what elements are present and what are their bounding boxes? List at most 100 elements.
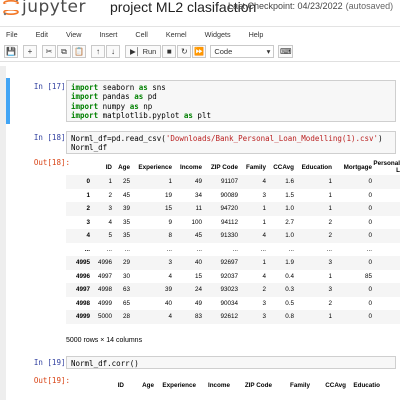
table-cell: 0.3: [266, 283, 294, 297]
input-prompt: In [19]:: [33, 358, 70, 367]
command-palette-button[interactable]: ⌨: [278, 45, 294, 58]
menu-widgets[interactable]: Widgets: [205, 30, 231, 39]
table-cell: 4996: [90, 256, 112, 270]
insert-cell-button[interactable]: +: [23, 45, 37, 58]
table-cell: ...: [326, 245, 332, 253]
table-cell: 1.0: [266, 202, 294, 216]
table-cell: 93023: [202, 283, 238, 297]
table-row: 4999 5000 28 4 83 92612 3 0.8 1 0: [66, 310, 400, 324]
table-cell: 3: [238, 310, 266, 324]
row-index: 3: [86, 218, 90, 226]
table-cell: [372, 297, 400, 311]
table-cell: ...: [166, 245, 172, 253]
table-cell: 3: [294, 283, 332, 297]
table-cell: 11: [172, 202, 202, 216]
notebook-header: jupyter project ML2 clasifaction Last Ch…: [0, 0, 400, 26]
notebook-container: In [17]: import seaborn as sns import pa…: [6, 66, 400, 400]
table-cell: ...: [288, 245, 294, 253]
code-line: import seaborn as sns: [71, 83, 166, 92]
table-cell: 25: [112, 175, 130, 189]
table-cell: 3: [262, 191, 266, 199]
menu-kernel[interactable]: Kernel: [166, 30, 187, 39]
notebook-area[interactable]: In [17]: import seaborn as sns import pa…: [0, 66, 400, 400]
autosaved-text: (autosaved): [345, 1, 394, 11]
table-row: ..............................: [66, 243, 400, 257]
table-cell: 1: [294, 175, 332, 189]
column-header: ID: [117, 382, 124, 389]
column-header: Age: [118, 163, 130, 171]
fast-forward-icon: ⏩: [194, 47, 205, 56]
dataframe-table: ID Age Experience Income ZIP Code Family CCAvg…: [66, 159, 400, 324]
run-button[interactable]: ▶│ Run: [125, 45, 162, 58]
column-header: Personal L: [373, 160, 400, 174]
table-cell: [372, 202, 400, 216]
table-cell: 0: [368, 299, 372, 307]
table-cell: [372, 243, 400, 257]
restart-icon: ↻: [180, 47, 188, 56]
table-cell: 3: [90, 202, 112, 216]
menu-view[interactable]: View: [66, 30, 81, 39]
chevron-down-icon: ▾: [266, 47, 271, 56]
table-cell: 0.5: [285, 299, 294, 307]
move-down-button[interactable]: ↓: [106, 45, 120, 58]
menu-edit[interactable]: Edit: [36, 30, 48, 39]
menu-cell[interactable]: Cell: [135, 30, 147, 39]
table-row: 2 3 39 15 11 94720 1 1.0 1 0: [66, 202, 400, 216]
table-cell: 4: [262, 272, 266, 280]
copy-icon: ⧉: [61, 46, 67, 56]
row-index: ...: [84, 245, 90, 253]
table-cell: 1.9: [266, 256, 294, 270]
table-cell: [372, 189, 400, 203]
row-index: 4997: [66, 283, 90, 297]
menu-file[interactable]: File: [6, 30, 18, 39]
table-cell: 1: [238, 202, 266, 216]
cell-type-select[interactable]: Code ▾: [210, 45, 275, 58]
restart-run-all-button[interactable]: ⏩: [192, 45, 207, 58]
interrupt-button[interactable]: ■: [162, 45, 177, 58]
table-cell: 8: [130, 229, 172, 243]
table-cell: 92037: [220, 272, 238, 280]
code-cell-19[interactable]: In [19]: Norml_df.corr() Out[19]: ID Age E…: [6, 354, 400, 400]
code-editor[interactable]: Norml_df=pd.read_csv('Downloads/Bank_Per…: [66, 131, 396, 154]
table-cell: ...: [106, 245, 112, 253]
output-prompt: Out[18]:: [33, 158, 70, 167]
table-cell: 49: [172, 175, 202, 189]
column-header: [66, 159, 90, 175]
menu-insert[interactable]: Insert: [99, 30, 117, 39]
table-cell: 5: [90, 229, 112, 243]
paste-button[interactable]: 📋: [72, 45, 86, 58]
column-header: Family: [290, 382, 310, 389]
table-cell: [372, 216, 400, 230]
row-index: 4999: [66, 310, 90, 324]
correlation-table: ID Age Experience Income ZIP Code Family CCAvg…: [66, 382, 380, 389]
table-cell: 94720: [202, 202, 238, 216]
row-index: 4998: [75, 299, 90, 307]
table-cell: 35: [122, 218, 130, 226]
table-cell: 30: [122, 272, 130, 280]
restart-button[interactable]: ↻: [177, 45, 192, 58]
table-cell: 2: [328, 218, 332, 226]
menu-help[interactable]: Help: [249, 30, 264, 39]
code-editor[interactable]: Norml_df.corr(): [66, 356, 396, 369]
save-button[interactable]: 💾: [4, 45, 18, 58]
code-editor[interactable]: import seaborn as sns import pandas as p…: [66, 80, 396, 122]
table-cell: 90089: [220, 191, 238, 199]
table-cell: ...: [260, 245, 266, 253]
copy-button[interactable]: ⧉: [57, 45, 71, 58]
checkpoint-status: Last Checkpoint: 04/23/2022 (autosaved): [228, 1, 393, 11]
selected-cell-indicator: [6, 78, 10, 124]
table-row: 4998 4999 65 40 49 90034 3 0.5 2 0: [66, 297, 400, 311]
table-cell: [372, 229, 400, 243]
table-cell: [372, 310, 400, 324]
column-header: CCAvg: [325, 382, 346, 389]
code-cell-17[interactable]: In [17]: import seaborn as sns import pa…: [6, 78, 400, 124]
input-prompt: In [17]:: [33, 82, 70, 91]
arrow-up-icon: ↑: [96, 47, 100, 56]
jupyter-logo[interactable]: jupyter: [2, 0, 86, 17]
table-cell: 94112: [220, 218, 238, 226]
code-cell-18[interactable]: In [18]: Norml_df=pd.read_csv('Downloads…: [6, 129, 400, 344]
arrow-down-icon: ↓: [111, 47, 115, 56]
stop-icon: ■: [166, 47, 172, 56]
move-up-button[interactable]: ↑: [91, 45, 105, 58]
cut-button[interactable]: ✂: [42, 45, 56, 58]
